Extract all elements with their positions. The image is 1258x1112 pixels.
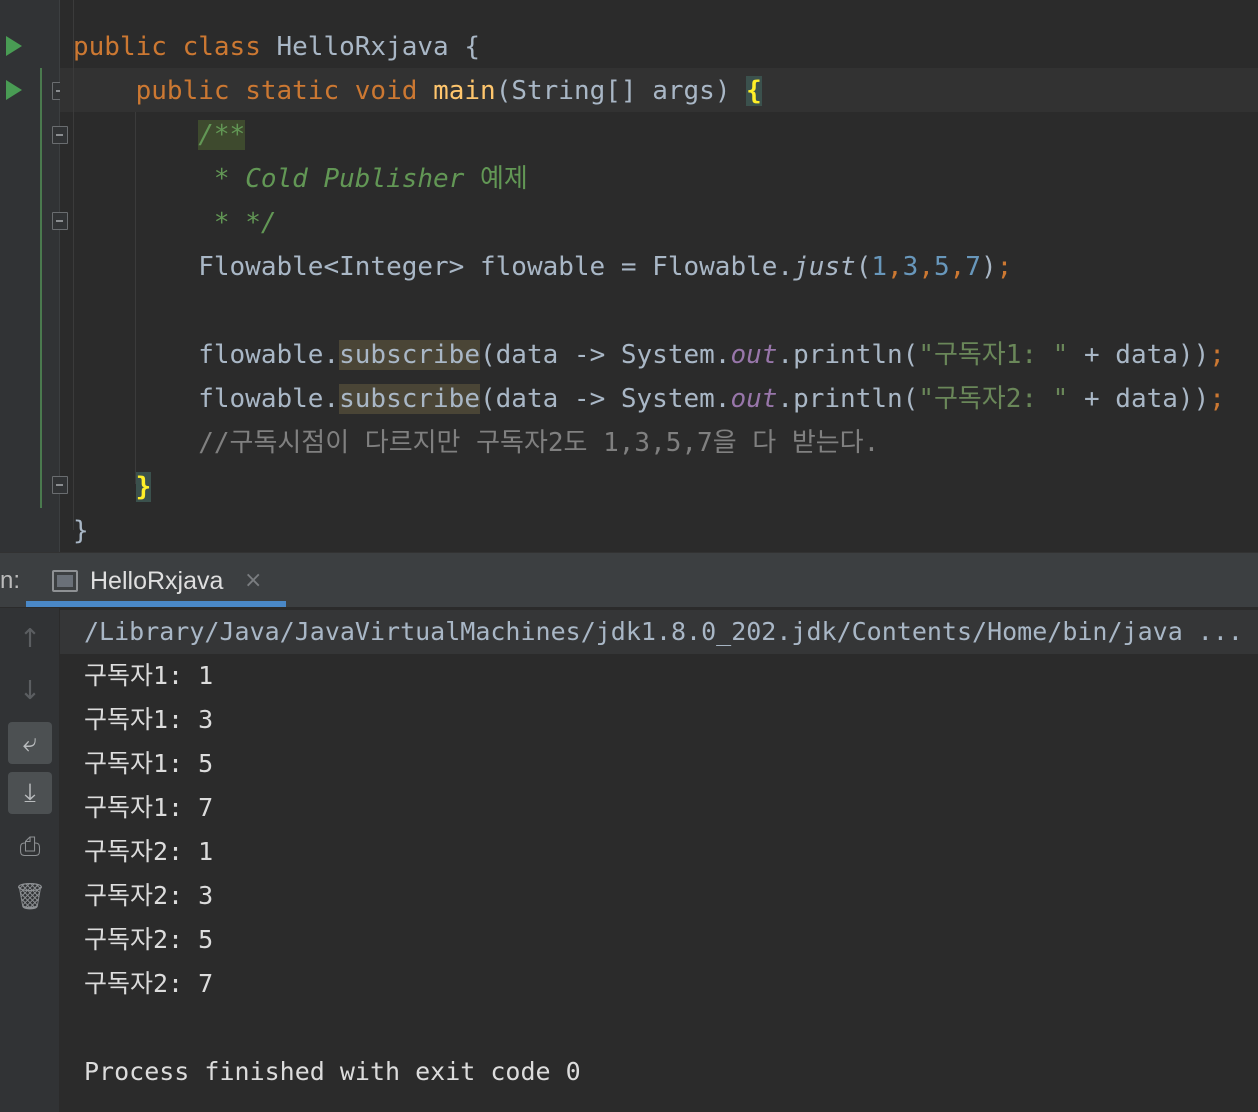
editor-gutter bbox=[0, 0, 68, 552]
code-line: flowable.subscribe(data -> System.out.pr… bbox=[73, 333, 1225, 377]
soft-wrap-icon[interactable]: ⤶ bbox=[8, 722, 52, 764]
code-line: public class HelloRxjava { bbox=[73, 25, 480, 69]
code-token: ( bbox=[855, 252, 872, 282]
code-line: flowable.subscribe(data -> System.out.pr… bbox=[73, 377, 1225, 421]
code-token: + data)) bbox=[1068, 384, 1210, 414]
run-toolbar: ↑ ↓ ⤶ ⤓ ⎙ 🗑 bbox=[0, 608, 60, 1112]
code-token: , bbox=[918, 252, 934, 282]
scroll-to-end-icon[interactable]: ⤓ bbox=[8, 772, 52, 814]
code-line: Flowable<Integer> flowable = Flowable.ju… bbox=[73, 245, 1012, 289]
code-token: .println( bbox=[777, 384, 919, 414]
arrow-up-icon[interactable]: ↑ bbox=[8, 618, 52, 660]
code-token: } bbox=[135, 472, 152, 502]
arrow-down-icon[interactable]: ↓ bbox=[8, 670, 52, 712]
code-token: 예제 bbox=[480, 164, 528, 194]
console-line: 구독자2: 5 bbox=[84, 925, 214, 954]
trash-icon[interactable]: 🗑 bbox=[8, 876, 52, 918]
code-token: "구독자2: " bbox=[918, 384, 1069, 414]
code-token: * Cold Publisher bbox=[213, 164, 480, 194]
run-main-icon[interactable] bbox=[6, 80, 22, 100]
console-line: Process finished with exit code 0 bbox=[84, 1057, 581, 1086]
code-token: (String[] args) bbox=[495, 76, 747, 106]
code-editor[interactable]: public class HelloRxjava { public static… bbox=[0, 0, 1258, 552]
code-token: , bbox=[887, 252, 903, 282]
code-token: main bbox=[433, 76, 496, 106]
console-output[interactable]: /Library/Java/JavaVirtualMachines/jdk1.8… bbox=[60, 608, 1258, 1112]
code-token: "구독자1: " bbox=[918, 340, 1069, 370]
console-icon bbox=[52, 570, 78, 592]
code-token: ; bbox=[1209, 340, 1225, 370]
fold-main-end-icon[interactable] bbox=[52, 476, 68, 494]
run-label: n: bbox=[0, 567, 21, 594]
code-token: + data)) bbox=[1068, 340, 1210, 370]
code-token: (data -> System. bbox=[480, 340, 731, 370]
code-token: 7 bbox=[965, 252, 981, 282]
code-token: void bbox=[354, 76, 434, 106]
code-token: subscribe bbox=[339, 340, 480, 370]
code-line: /** bbox=[73, 113, 246, 157]
code-token: } bbox=[73, 516, 89, 546]
run-class-icon[interactable] bbox=[6, 36, 22, 56]
code-token: out bbox=[730, 384, 778, 414]
print-icon[interactable]: ⎙ bbox=[8, 826, 52, 868]
code-token: flowable. bbox=[73, 384, 340, 414]
code-line: } bbox=[73, 509, 89, 553]
code-token: public bbox=[135, 76, 246, 106]
console-line: 구독자1: 3 bbox=[84, 705, 214, 734]
code-line: * */ bbox=[73, 201, 277, 245]
code-token: Flowable<Integer> flowable = Flowable. bbox=[73, 252, 794, 282]
console-line: 구독자1: 5 bbox=[84, 749, 214, 778]
code-token: .println( bbox=[777, 340, 919, 370]
code-token: , bbox=[949, 252, 966, 282]
code-token: /** bbox=[198, 120, 246, 150]
code-line: public static void main(String[] args) { bbox=[73, 69, 762, 113]
code-line: * Cold Publisher 예제 bbox=[73, 157, 528, 201]
code-token: 3 bbox=[902, 252, 919, 282]
fold-comment-end-icon[interactable] bbox=[52, 212, 68, 230]
code-line: } bbox=[73, 465, 152, 509]
console-line: 구독자2: 1 bbox=[84, 837, 214, 866]
code-token: 1 bbox=[871, 252, 887, 282]
code-token: ; bbox=[996, 252, 1013, 282]
active-tab-indicator bbox=[26, 601, 286, 607]
code-token: ; bbox=[1209, 384, 1225, 414]
code-token: flowable. bbox=[73, 340, 340, 370]
code-token: out bbox=[730, 340, 778, 370]
code-token: subscribe bbox=[339, 384, 480, 414]
console-line: 구독자1: 1 bbox=[84, 661, 214, 690]
code-token: * */ bbox=[213, 208, 277, 238]
fold-comment-icon[interactable] bbox=[52, 126, 68, 144]
code-token: { bbox=[746, 76, 762, 106]
run-tool-window-header: n: HelloRxjava × bbox=[0, 552, 1258, 608]
code-token: 5 bbox=[933, 252, 950, 282]
console-line: 구독자1: 7 bbox=[84, 793, 214, 822]
code-token: (data -> System. bbox=[480, 384, 731, 414]
code-token: HelloRxjava { bbox=[276, 32, 481, 62]
code-token: public bbox=[73, 32, 183, 62]
command-line: /Library/Java/JavaVirtualMachines/jdk1.8… bbox=[84, 617, 1243, 646]
vcs-change-marker bbox=[40, 68, 42, 508]
code-token: //구독시점이 다르지만 구독자2도 1,3,5,7을 다 받는다. bbox=[198, 428, 880, 458]
code-token: class bbox=[182, 32, 277, 62]
code-token: static bbox=[245, 76, 355, 106]
console-line: 구독자2: 7 bbox=[84, 969, 214, 998]
code-token: just bbox=[793, 252, 856, 282]
console-line: 구독자2: 3 bbox=[84, 881, 214, 910]
code-line: //구독시점이 다르지만 구독자2도 1,3,5,7을 다 받는다. bbox=[73, 421, 879, 465]
code-token: ) bbox=[980, 252, 997, 282]
